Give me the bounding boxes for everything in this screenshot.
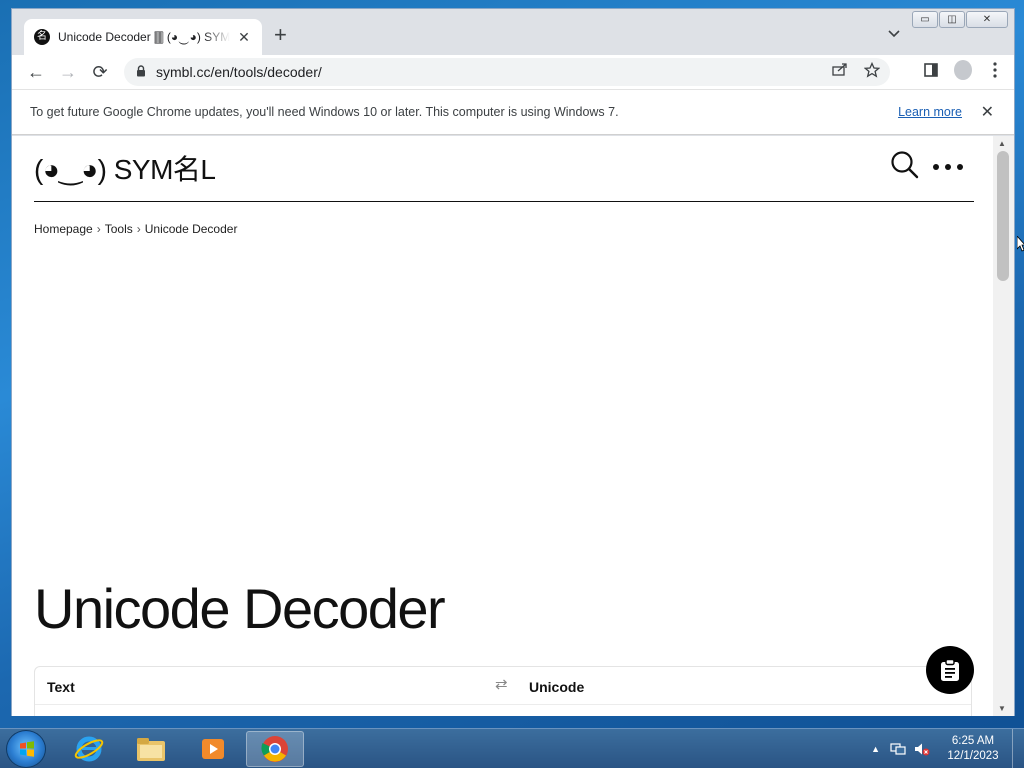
tab-close-icon[interactable]: ✕ xyxy=(236,29,252,46)
internet-explorer-taskbar-icon[interactable] xyxy=(60,731,118,767)
windows-taskbar: ▲ 6:25 AM 12/1/2023 xyxy=(0,728,1024,768)
tray-expand-icon[interactable]: ▲ xyxy=(871,744,880,754)
profile-avatar[interactable] xyxy=(954,60,972,85)
search-icon[interactable] xyxy=(890,150,920,180)
breadcrumb-separator: › xyxy=(136,222,141,236)
tab-unicode-decoder[interactable]: 名 Unicode Decoder 🀫 (◕‿◕) SYMBL ✕ xyxy=(24,19,262,55)
windows-logo-icon xyxy=(20,741,34,757)
tab-search-chevron-icon[interactable] xyxy=(888,27,900,41)
minimize-button[interactable]: ▭ xyxy=(912,11,938,28)
mouse-cursor-icon xyxy=(1017,236,1024,252)
decoder-panel: Text ⇄ Unicode xyxy=(34,666,972,716)
share-icon[interactable] xyxy=(832,62,848,82)
maximize-button[interactable]: ◫ xyxy=(939,11,965,28)
reload-button[interactable]: ⟳ xyxy=(84,62,116,83)
scroll-up-icon[interactable]: ▲ xyxy=(998,139,1006,148)
tab-strip: 名 Unicode Decoder 🀫 (◕‿◕) SYMBL ✕ + ▭ ◫ … xyxy=(12,9,1014,55)
address-bar[interactable]: symbl.cc/en/tools/decoder/ xyxy=(124,58,890,86)
chrome-taskbar-icon[interactable] xyxy=(246,731,304,767)
show-desktop-button[interactable] xyxy=(1012,729,1024,768)
breadcrumb-tools[interactable]: Tools xyxy=(105,222,133,236)
clock-date: 12/1/2023 xyxy=(947,750,999,762)
breadcrumb-homepage[interactable]: Homepage xyxy=(34,222,93,236)
start-button[interactable] xyxy=(6,730,46,768)
network-icon[interactable] xyxy=(890,742,906,756)
back-button[interactable]: ← xyxy=(20,62,52,83)
side-panel-icon[interactable] xyxy=(922,63,940,82)
window-close-button[interactable]: ✕ xyxy=(966,11,1008,28)
chrome-menu-icon[interactable] xyxy=(986,62,1004,83)
page-scrollbar[interactable]: ▲ ▼ xyxy=(993,136,1014,716)
scroll-thumb[interactable] xyxy=(997,151,1009,281)
learn-more-link[interactable]: Learn more xyxy=(898,105,962,119)
header-divider xyxy=(34,201,974,202)
system-tray: ▲ 6:25 AM 12/1/2023 xyxy=(871,729,1024,768)
breadcrumb-separator: › xyxy=(96,222,101,236)
infobar-message: To get future Google Chrome updates, you… xyxy=(30,105,619,119)
breadcrumb-current: Unicode Decoder xyxy=(144,222,238,236)
text-column-header: Text xyxy=(47,679,75,695)
volume-muted-icon[interactable] xyxy=(914,742,930,756)
file-explorer-taskbar-icon[interactable] xyxy=(122,731,180,767)
update-infobar: To get future Google Chrome updates, you… xyxy=(12,89,1014,135)
bookmark-star-icon[interactable] xyxy=(863,61,881,82)
taskbar-clock[interactable]: 6:25 AM 12/1/2023 xyxy=(938,734,1008,764)
page-title: Unicode Decoder xyxy=(34,577,446,640)
tab-title: Unicode Decoder 🀫 (◕‿◕) SYMBL xyxy=(58,29,230,44)
clipboard-icon xyxy=(941,658,959,681)
panel-divider xyxy=(35,704,971,705)
clock-time: 6:25 AM xyxy=(951,735,995,747)
url-text[interactable]: symbl.cc/en/tools/decoder/ xyxy=(156,64,322,80)
lock-icon[interactable] xyxy=(136,64,146,80)
browser-window: 名 Unicode Decoder 🀫 (◕‿◕) SYMBL ✕ + ▭ ◫ … xyxy=(11,8,1015,716)
site-favicon-icon: 名 xyxy=(34,29,50,45)
breadcrumb: Homepage › Tools › Unicode Decoder xyxy=(34,222,237,236)
infobar-close-icon[interactable]: ✕ xyxy=(981,102,994,122)
forward-button[interactable]: → xyxy=(52,62,84,83)
unicode-column-header: Unicode xyxy=(529,679,585,695)
clipboard-fab-button[interactable] xyxy=(926,646,974,694)
browser-toolbar: ← → ⟳ symbl.cc/en/tools/decoder/ xyxy=(12,55,1014,89)
window-controls: ▭ ◫ ✕ xyxy=(911,11,1008,28)
web-page: (◕‿◕) SYM名L Homepage › Tools › Unicode Decod… xyxy=(12,136,994,716)
new-tab-button[interactable]: + xyxy=(274,23,287,47)
site-logo[interactable]: (◕‿◕) SYM名L xyxy=(34,148,216,188)
site-menu-icon[interactable] xyxy=(932,152,964,172)
swap-arrows-icon[interactable]: ⇄ xyxy=(495,675,508,693)
media-player-taskbar-icon[interactable] xyxy=(184,731,242,767)
scroll-down-icon[interactable]: ▼ xyxy=(998,704,1006,713)
